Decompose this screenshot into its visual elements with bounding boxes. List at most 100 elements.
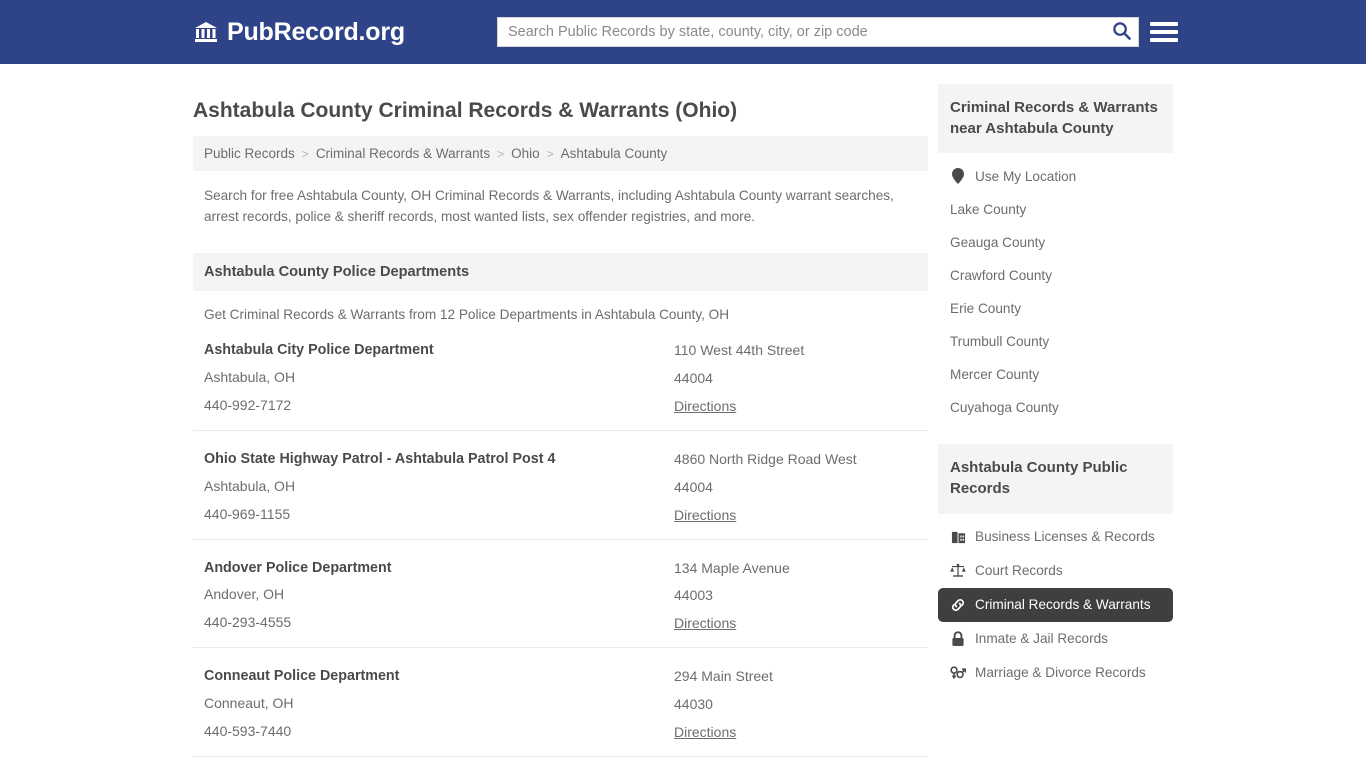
sidebar-item-label: Marriage & Divorce Records [975,665,1146,681]
directions-link[interactable]: Directions [674,615,736,631]
gender-symbols-icon [950,665,966,681]
sidebar-item-label: Lake County [950,202,1027,218]
search-input[interactable] [498,18,1104,46]
directions-link[interactable]: Directions [674,507,736,523]
sidebar-item-business-licenses[interactable]: Business Licenses & Records [938,520,1173,554]
sidebar-item-cuyahoga-county[interactable]: Cuyahoga County [938,391,1173,424]
listing-left-column: Ashtabula City Police Department Ashtabu… [204,342,674,416]
sidebar-item-lake-county[interactable]: Lake County [938,193,1173,226]
listing-left-column: Ohio State Highway Patrol - Ashtabula Pa… [204,451,674,525]
department-phone: 440-593-7440 [204,722,292,739]
content-container: Ashtabula County Criminal Records & Warr… [193,64,1173,768]
sidebar-item-label: Erie County [950,301,1022,317]
directions-link[interactable]: Directions [674,724,736,740]
list-item: Geneva On The Lake Police Department Gen… [193,757,928,768]
sidebar-item-erie-county[interactable]: Erie County [938,292,1173,325]
briefcase-icon [950,529,966,545]
bank-icon [193,19,219,45]
sidebar-item-crawford-county[interactable]: Crawford County [938,259,1173,292]
department-zip: 44003 [674,587,713,604]
sidebar-item-mercer-county[interactable]: Mercer County [938,358,1173,391]
section-subtitle: Get Criminal Records & Warrants from 12 … [204,307,730,323]
breadcrumb-separator-icon: > [301,146,309,161]
sidebar-item-inmate-jail-records[interactable]: Inmate & Jail Records [938,622,1173,656]
listing-right-column: 110 West 44th Street 44004 Directions [674,342,917,416]
breadcrumb-item-ashtabula-county[interactable]: Ashtabula County [561,146,668,161]
list-item: Ashtabula City Police Department Ashtabu… [193,322,928,431]
department-name[interactable]: Ashtabula City Police Department [204,342,674,360]
map-pin-icon [950,168,966,185]
hamburger-menu-icon[interactable] [1150,17,1178,47]
list-item: Ohio State Highway Patrol - Ashtabula Pa… [193,431,928,540]
sidebar-item-label: Crawford County [950,268,1052,284]
department-phone: 440-992-7172 [204,396,292,413]
main-column: Ashtabula County Criminal Records & Warr… [193,64,928,768]
brand-logo-link[interactable]: PubRecord.org [193,18,405,47]
department-phone: 440-969-1155 [204,505,291,522]
sidebar-public-records-list: Business Licenses & Records Court Record… [938,514,1173,690]
sidebar-item-court-records[interactable]: Court Records [938,554,1173,588]
search-button[interactable] [1104,18,1138,46]
breadcrumb-item-criminal-records[interactable]: Criminal Records & Warrants [316,146,490,161]
site-header: PubRecord.org [0,0,1366,64]
sidebar-item-label: Business Licenses & Records [975,529,1155,545]
sidebar-item-label: Geauga County [950,235,1046,251]
sidebar-panel-title-public-records: Ashtabula County Public Records [938,444,1173,514]
department-name[interactable]: Andover Police Department [204,560,674,578]
sidebar-item-label: Trumbull County [950,334,1050,350]
breadcrumb: Public Records > Criminal Records & Warr… [193,136,928,172]
sidebar-nearby-list: Use My Location Lake County Geauga Count… [938,153,1173,424]
sidebar-panel-title-nearby: Criminal Records & Warrants near Ashtabu… [938,84,1173,154]
department-street: 294 Main Street [674,668,773,685]
page-title: Ashtabula County Criminal Records & Warr… [193,99,738,122]
sidebar-item-label: Inmate & Jail Records [975,631,1108,647]
page-body: Ashtabula County Criminal Records & Warr… [0,64,1366,768]
brand-name: PubRecord.org [227,17,405,46]
listing-right-column: 134 Maple Avenue 44003 Directions [674,560,917,634]
page-intro-text: Search for free Ashtabula County, OH Cri… [204,188,894,225]
sidebar-item-label: Cuyahoga County [950,400,1059,416]
search-icon [1112,21,1131,43]
department-city-state: Ashtabula, OH [204,369,296,386]
scales-of-justice-icon [950,563,966,579]
directions-link[interactable]: Directions [674,398,736,414]
list-item: Conneaut Police Department Conneaut, OH … [193,648,928,757]
listing-right-column: 294 Main Street 44030 Directions [674,668,917,742]
sidebar-item-trumbull-county[interactable]: Trumbull County [938,325,1173,358]
listing-right-column: 4860 North Ridge Road West 44004 Directi… [674,451,917,525]
breadcrumb-item-public-records[interactable]: Public Records [204,146,295,161]
sidebar-item-label: Criminal Records & Warrants [975,597,1151,613]
sidebar-item-criminal-records-warrants[interactable]: Criminal Records & Warrants [938,587,1173,622]
sidebar-item-marriage-divorce-records[interactable]: Marriage & Divorce Records [938,656,1173,690]
sidebar-item-geauga-county[interactable]: Geauga County [938,226,1173,259]
sidebar-item-label: Use My Location [975,168,1077,184]
breadcrumb-item-ohio[interactable]: Ohio [511,146,540,161]
department-city-state: Conneaut, OH [204,694,294,711]
listing-left-column: Andover Police Department Andover, OH 44… [204,560,674,634]
section-header-police-departments: Ashtabula County Police Departments [193,253,928,292]
department-name[interactable]: Ohio State Highway Patrol - Ashtabula Pa… [204,451,674,469]
sidebar-item-label: Mercer County [950,367,1040,383]
sidebar-item-use-my-location[interactable]: Use My Location [938,159,1173,193]
department-zip: 44004 [674,370,713,387]
department-city-state: Ashtabula, OH [204,477,296,494]
department-zip: 44004 [674,478,713,495]
department-street: 4860 North Ridge Road West [674,450,857,467]
department-street: 110 West 44th Street [674,342,805,359]
chain-link-icon [950,597,966,613]
breadcrumb-separator-icon: > [497,146,505,161]
department-zip: 44030 [674,695,713,712]
listing-left-column: Conneaut Police Department Conneaut, OH … [204,668,674,742]
department-phone: 440-293-4555 [204,614,292,631]
department-city-state: Andover, OH [204,586,285,603]
department-name[interactable]: Conneaut Police Department [204,668,674,686]
sidebar: Criminal Records & Warrants near Ashtabu… [938,64,1173,768]
breadcrumb-separator-icon: > [546,146,554,161]
police-department-list: Ashtabula City Police Department Ashtabu… [193,322,928,768]
list-item: Andover Police Department Andover, OH 44… [193,540,928,649]
sidebar-item-label: Court Records [975,563,1063,579]
padlock-icon [950,631,966,647]
department-street: 134 Maple Avenue [674,559,790,576]
search-bar [497,17,1139,47]
